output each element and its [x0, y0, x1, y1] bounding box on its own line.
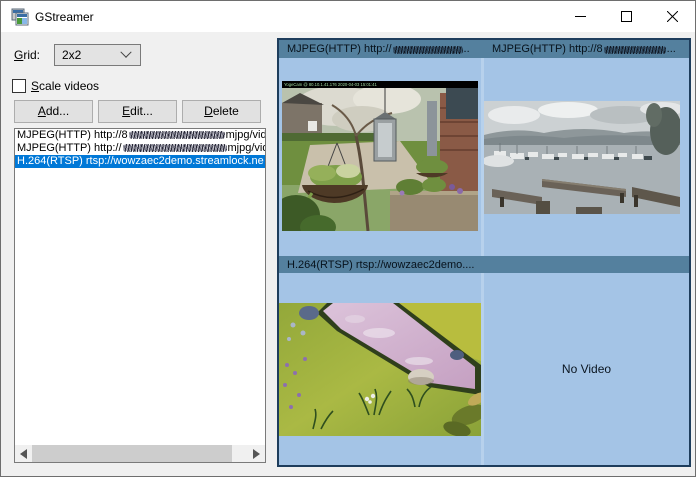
garden-video-frame: YogeCam @ 80.10.1.41.176 2020-04-03 15:0…: [282, 81, 478, 231]
edit-button[interactable]: Edit...: [98, 100, 177, 123]
close-button[interactable]: [649, 1, 695, 32]
minimize-icon: [575, 11, 586, 22]
scroll-right-button[interactable]: [248, 445, 265, 462]
delete-button[interactable]: Delete: [182, 100, 261, 123]
app-window: GStreamer Grid: 2x2 Scale videos Add... …: [0, 0, 696, 477]
video-header-bottom-left: H.264(RTSP) rtsp://wowzaec2demo....: [287, 256, 547, 273]
scale-videos-label: Scale videos: [31, 79, 99, 93]
grid-label: Grid:: [14, 48, 40, 62]
redacted-url-scribble: [129, 131, 225, 139]
list-item[interactable]: MJPEG(HTTP) http://8mjpg/vide: [15, 129, 265, 142]
titlebar[interactable]: GStreamer: [1, 1, 695, 32]
redacted-url-scribble: [123, 144, 227, 152]
scrollbar-thumb[interactable]: [32, 445, 232, 462]
video-grid-panel: MJPEG(HTTP) http://.. MJPEG(HTTP) http:/…: [277, 38, 691, 467]
horizontal-scrollbar[interactable]: [15, 445, 265, 462]
scroll-right-icon: [253, 449, 260, 459]
list-item-selected[interactable]: H.264(RTSP) rtsp://wowzaec2demo.streamlo…: [15, 155, 265, 168]
maximize-button[interactable]: [603, 1, 649, 32]
video-header-top-right: MJPEG(HTTP) http://8...: [492, 40, 687, 58]
no-video-label: No Video: [562, 362, 611, 376]
minimize-button[interactable]: [557, 1, 603, 32]
grass-stream-video-frame: [279, 303, 481, 436]
window-title: GStreamer: [35, 10, 94, 24]
stream-listbox[interactable]: MJPEG(HTTP) http://8mjpg/vide MJPEG(HTTP…: [14, 128, 266, 463]
maximize-icon: [621, 11, 632, 22]
redacted-url-scribble: [604, 46, 666, 54]
scroll-left-button[interactable]: [15, 445, 32, 462]
chevron-down-icon: [120, 47, 131, 58]
no-video-cell: No Video: [484, 273, 689, 465]
video-header-row-top: MJPEG(HTTP) http://.. MJPEG(HTTP) http:/…: [279, 40, 689, 58]
grid-dropdown-value: 2x2: [62, 48, 122, 62]
svg-text:YogeCam @ 80.10.1.41.176 2020: YogeCam @ 80.10.1.41.176 2020-04-03 15:0…: [284, 82, 377, 87]
list-item[interactable]: MJPEG(HTTP) http://mjpg/video: [15, 142, 265, 155]
scroll-left-icon: [20, 449, 27, 459]
add-button[interactable]: Add...: [14, 100, 93, 123]
redacted-url-scribble: [393, 46, 463, 54]
video-header-top-left: MJPEG(HTTP) http://..: [287, 40, 479, 58]
grid-dropdown[interactable]: 2x2: [54, 44, 141, 66]
app-icon: [11, 8, 29, 26]
close-icon: [667, 11, 678, 22]
video-header-row-bottom: H.264(RTSP) rtsp://wowzaec2demo....: [279, 256, 689, 273]
marina-video-frame: [484, 101, 680, 214]
scale-videos-checkbox[interactable]: [12, 79, 26, 93]
